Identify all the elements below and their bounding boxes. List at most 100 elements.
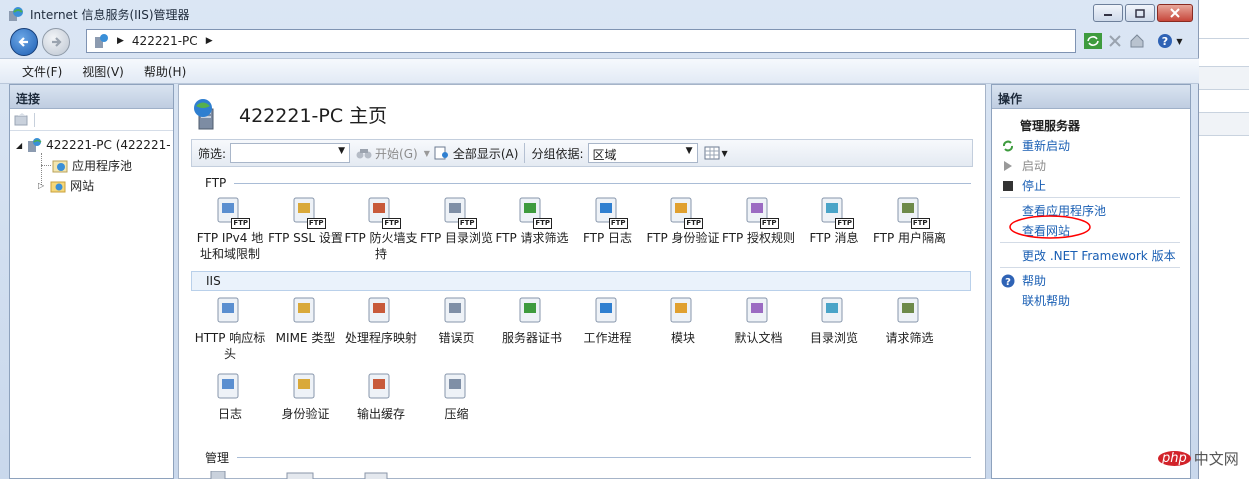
stop-label: 停止 [1022,179,1047,193]
iis-feature-tile[interactable]: 工作进程 [569,295,647,346]
server-globe-icon [194,99,214,130]
iis-feature-tile[interactable]: 请求筛选 [871,295,949,346]
iis-feature-tile[interactable]: 错误页 [418,295,496,346]
group-by-select[interactable]: 区域 ▼ [587,143,698,163]
minimize-icon [1104,14,1112,16]
iis-feature-tile[interactable]: 处理程序映射 [342,295,420,346]
breadcrumb-arrow-icon: ▶ [205,36,213,46]
back-button[interactable] [10,28,38,56]
iis-feature-icon [214,371,246,403]
ftp-feature-tile[interactable]: FTP FTP 身份验证 [644,195,722,246]
ftp-feature-tile[interactable]: FTP FTP 授权规则 [720,195,798,246]
maximize-button[interactable] [1125,4,1155,22]
iis-feature-tile[interactable]: 默认文档 [720,295,798,346]
ftp-feature-tile[interactable]: FTP FTP 用户隔离 [871,195,949,246]
title-bar: Internet 信息服务(IIS)管理器 [0,0,1199,28]
filter-input[interactable]: ▼ [230,143,351,163]
minimize-button[interactable] [1093,4,1123,22]
menu-file[interactable]: 文件(F) [12,61,72,82]
forward-arrow-icon [52,37,62,47]
stop-nav-button[interactable] [1105,31,1125,51]
binoculars-icon [356,149,372,159]
ftp-feature-icon: FTP [894,195,930,229]
page-title: 422221-PC 主页 [191,97,387,131]
separator [1199,38,1249,39]
ftp-feature-tile[interactable]: FTP FTP 请求筛选 [493,195,571,246]
stop-icon [1000,178,1016,194]
breadcrumb-server[interactable]: 422221-PC [132,34,198,48]
iis-feature-tile[interactable]: 服务器证书 [493,295,571,346]
ftp-feature-tile[interactable]: FTP FTP 消息 [795,195,873,246]
ftp-feature-tile[interactable]: FTP FTP SSL 设置 [267,195,345,246]
separator [1000,267,1180,268]
iis-feature-label: 工作进程 [583,331,632,345]
close-icon [1170,8,1180,18]
group-header-management[interactable]: 管理 [191,447,971,467]
tree-collapsed-icon[interactable]: ▷ [38,181,44,190]
help-action[interactable]: ? 帮助 [1000,272,1046,289]
group-header-ftp[interactable]: FTP [191,173,971,193]
address-bar[interactable]: ▶ 422221-PC ▶ [86,29,1076,53]
ftp-feature-icon: FTP [441,195,477,229]
group-label-management: 管理 [205,450,230,465]
ftp-feature-icon: FTP [290,195,326,229]
page-title-text: 422221-PC 主页 [239,104,388,127]
show-all-label: 全部显示(A) [452,146,519,161]
iis-feature-label: HTTP 响应标头 [194,331,266,361]
tree-expanded-icon[interactable]: ◢ [16,141,22,150]
iis-feature-tile[interactable]: 日志 [191,371,269,422]
ftp-feature-icon: FTP [516,195,552,229]
background-panel [1199,66,1249,90]
iis-feature-tile[interactable]: 身份验证 [267,371,345,422]
menu-help[interactable]: 帮助(H) [134,61,196,82]
home-button[interactable] [1127,31,1147,51]
actions-header: 操作 [992,85,1190,109]
restart-action[interactable]: 重新启动 [1000,137,1070,154]
ftp-feature-label: FTP 目录浏览 [419,231,494,245]
iis-feature-tile[interactable]: 输出缓存 [342,371,420,422]
tree-label-sites: 网站 [70,179,95,193]
tree-item-app-pools[interactable]: 应用程序池 [52,157,132,174]
play-icon [1000,158,1016,174]
ftp-feature-label: FTP IPv4 地址和域限制 [196,231,264,261]
help-menu-button[interactable]: ? ▼ [1155,31,1185,51]
tree-item-server[interactable]: ◢ 422221-PC (422221- [16,137,171,153]
management-feature-icon[interactable] [285,471,315,479]
group-by-label: 分组依据: [531,146,584,161]
group-header-iis[interactable]: IIS [191,271,971,291]
menu-view[interactable]: 视图(V) [72,61,134,82]
iis-feature-label: 错误页 [438,331,475,345]
close-button[interactable] [1157,4,1193,22]
connect-icon[interactable] [14,112,30,127]
online-help-link[interactable]: 联机帮助 [1022,292,1070,309]
iis-feature-tile[interactable]: 压缩 [418,371,496,422]
start-action[interactable]: 启动 [1000,157,1046,174]
forward-button[interactable] [42,28,70,56]
management-feature-icon[interactable] [209,471,233,479]
view-mode-button[interactable]: ▼ [704,146,728,160]
view-grid-icon [704,146,719,160]
background-panel [1199,112,1249,136]
start-filter-button[interactable]: 开始(G) [356,145,418,162]
ftp-feature-tile[interactable]: FTP FTP 防火墙支持 [342,195,420,262]
refresh-button[interactable] [1083,31,1103,51]
iis-feature-tile[interactable]: MIME 类型 [267,295,345,346]
ftp-feature-tile[interactable]: FTP FTP 目录浏览 [418,195,496,246]
ftp-feature-icon: FTP [667,195,703,229]
management-feature-icon[interactable] [363,471,393,479]
stop-x-icon [1109,35,1121,47]
iis-feature-tile[interactable]: 目录浏览 [795,295,873,346]
iis-feature-tile[interactable]: 模块 [644,295,722,346]
tree-item-sites[interactable]: ▷ 网站 [38,177,94,194]
restart-label: 重新启动 [1022,139,1071,153]
stop-action[interactable]: 停止 [1000,177,1046,194]
ftp-feature-tile[interactable]: FTP FTP IPv4 地址和域限制 [191,195,269,262]
breadcrumb-arrow-icon: ▶ [117,36,124,46]
ftp-feature-tile[interactable]: FTP FTP 日志 [569,195,647,246]
show-all-button[interactable]: 全部显示(A) [434,145,519,162]
iis-feature-label: 处理程序映射 [344,331,417,345]
change-net-framework-link[interactable]: 更改 .NET Framework 版本 [1022,247,1176,264]
help-label: 帮助 [1022,274,1047,288]
iis-feature-tile[interactable]: HTTP 响应标头 [191,295,269,362]
dropdown-arrow-icon[interactable]: ▼ [424,149,430,158]
